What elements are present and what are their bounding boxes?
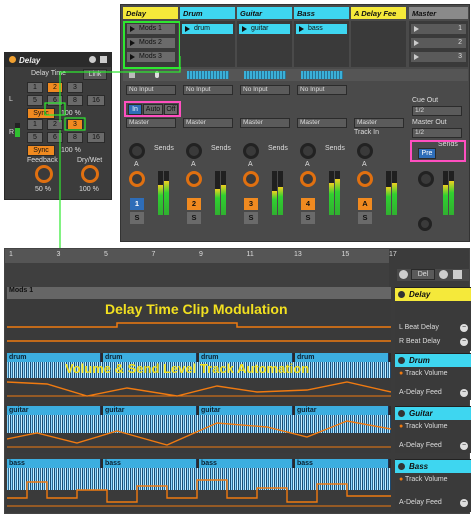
bass-track-panel: Bass ● Track Volume A-Delay Feed − <box>395 459 471 512</box>
rp-bass-param-1[interactable]: ● Track Volume <box>395 474 471 486</box>
ruler-bar-label: 7 <box>151 251 156 258</box>
ruler-bar-label: 15 <box>341 251 350 258</box>
back-arrow-icon[interactable] <box>399 270 408 279</box>
arrangement-view: 1 3 5 7 9 11 13 15 17 Del Mods 1 Delay Time Clip… <box>4 248 471 514</box>
time-ruler[interactable] <box>5 249 389 263</box>
delay-modulation-curves <box>7 322 391 342</box>
drum-automation-curves <box>7 381 391 397</box>
fold-icon[interactable] <box>398 410 405 417</box>
forward-arrow-icon[interactable] <box>439 270 448 279</box>
delay-track-panel: Delay L Beat Delay − R Beat Delay − <box>395 287 471 351</box>
bass-clip-2[interactable]: bass <box>103 459 197 468</box>
remove-lane-icon[interactable]: − <box>460 389 468 397</box>
bass-clip-4[interactable]: bass <box>295 459 389 468</box>
guitar-clip-3[interactable]: guitar <box>199 406 293 415</box>
remove-lane-icon[interactable]: − <box>460 442 468 450</box>
guitar-track-panel: Guitar ● Track Volume A-Delay Feed − <box>395 406 471 453</box>
guitar-clip-4[interactable]: guitar <box>295 406 389 415</box>
bass-clip-3[interactable]: bass <box>199 459 293 468</box>
bass-automation-curves <box>7 479 391 507</box>
mods-clip[interactable]: Mods 1 <box>7 287 391 299</box>
ruler-bar-label: 3 <box>56 251 61 258</box>
fold-icon[interactable] <box>398 357 405 364</box>
ruler-bar-label: 17 <box>389 251 397 258</box>
loop-region-strip <box>5 263 389 287</box>
bass-clip-strip: bass bass bass bass <box>7 459 391 468</box>
rp-delay-name[interactable]: Delay <box>395 288 471 301</box>
guitar-automation-curves <box>7 420 391 448</box>
ruler-bar-label: 5 <box>104 251 108 258</box>
lock-icon[interactable] <box>453 270 462 279</box>
guitar-clip-strip: guitar guitar guitar guitar <box>7 406 391 415</box>
connector-mods-to-device <box>59 56 181 113</box>
ruler-bar-label: 9 <box>199 251 203 258</box>
ruler-bar-label: 13 <box>294 251 302 258</box>
guitar-clip-2[interactable]: guitar <box>103 406 197 415</box>
fold-icon[interactable] <box>398 291 405 298</box>
ruler-bar-label: 11 <box>246 251 254 258</box>
guitar-clip-1[interactable]: guitar <box>7 406 101 415</box>
remove-lane-icon[interactable]: − <box>460 324 468 332</box>
rp-guitar-name[interactable]: Guitar <box>395 407 471 420</box>
remove-lane-icon[interactable]: − <box>460 499 468 507</box>
delete-button[interactable]: Del <box>411 269 435 280</box>
fold-icon[interactable] <box>398 463 405 470</box>
rp-drum-param-1[interactable]: ● Track Volume <box>395 368 471 380</box>
ruler-bar-label: 1 <box>9 251 13 258</box>
rp-drum-name[interactable]: Drum <box>395 354 471 367</box>
drum-track-panel: Drum ● Track Volume A-Delay Feed − <box>395 353 471 400</box>
rp-guitar-param-1[interactable]: ● Track Volume <box>395 421 471 433</box>
right-panel-toolbar: Del <box>397 269 469 281</box>
rp-bass-name[interactable]: Bass <box>395 460 471 473</box>
bass-clip-1[interactable]: bass <box>7 459 101 468</box>
remove-lane-icon[interactable]: − <box>460 338 468 346</box>
